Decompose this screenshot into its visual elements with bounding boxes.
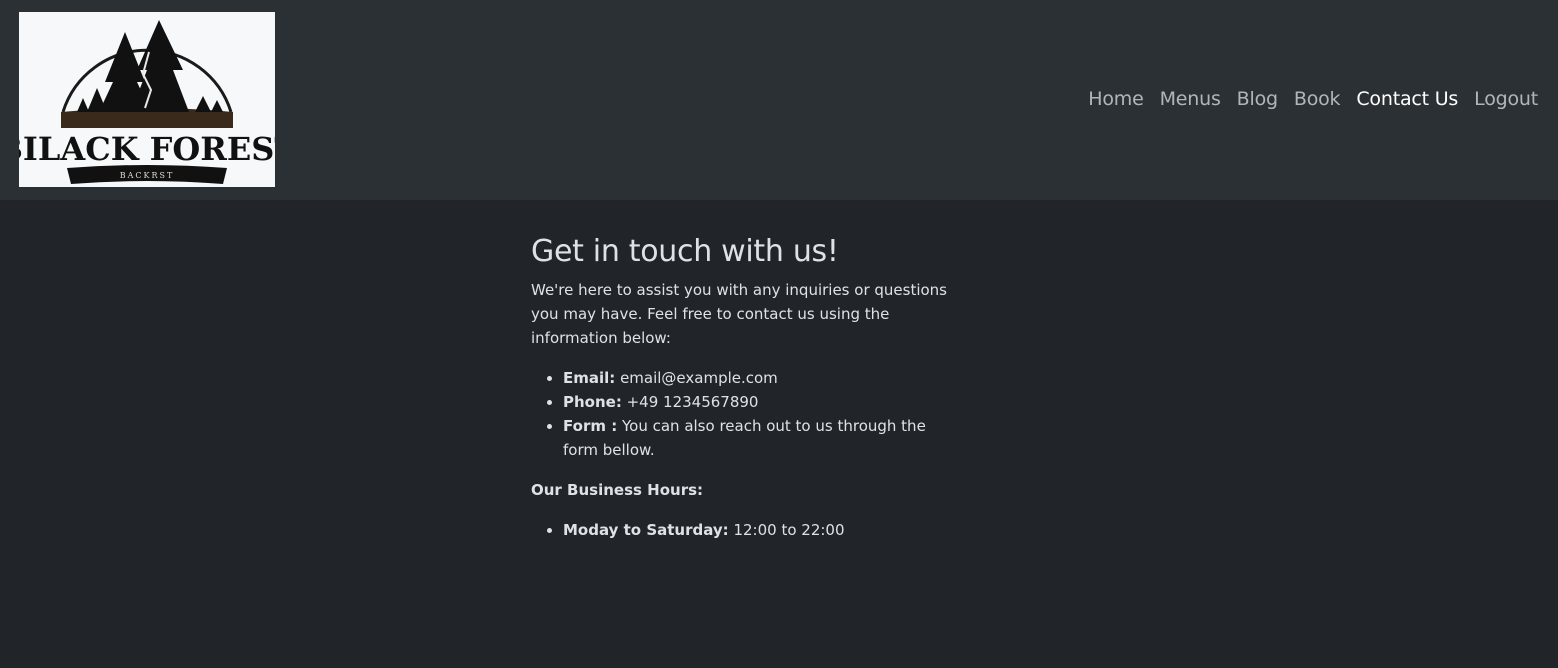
nav-item-book: Book — [1286, 88, 1349, 110]
contact-item-phone: Phone: +49 1234567890 — [563, 390, 961, 414]
contact-value-form: You can also reach out to us through the… — [563, 417, 926, 459]
contact-list: Email: email@example.com Phone: +49 1234… — [531, 366, 961, 462]
contact-item-form: Form : You can also reach out to us thro… — [563, 414, 961, 462]
nav-link-logout[interactable]: Logout — [1474, 88, 1538, 110]
hours-item: Moday to Saturday: 12:00 to 22:00 — [563, 518, 961, 542]
svg-text:BACKRST: BACKRST — [120, 171, 175, 180]
nav-item-blog: Blog — [1229, 88, 1286, 110]
hours-value: 12:00 to 22:00 — [733, 521, 845, 539]
nav-item-menus: Menus — [1152, 88, 1229, 110]
hours-title-paragraph: Our Business Hours: — [531, 478, 961, 502]
hours-label: Moday to Saturday: — [563, 521, 729, 539]
hours-list: Moday to Saturday: 12:00 to 22:00 — [531, 518, 961, 542]
contact-value-email: email@example.com — [620, 369, 778, 387]
nav-item-logout: Logout — [1466, 88, 1538, 110]
contact-content: Get in touch with us! We're here to assi… — [531, 232, 961, 558]
hours-title: Our Business Hours: — [531, 481, 704, 499]
nav-item-home: Home — [1080, 88, 1151, 110]
main-nav: Home Menus Blog Book Contact Us Logout — [1080, 88, 1538, 110]
brand-logo[interactable]: BILACK FOREST BACKRST — [19, 12, 275, 187]
nav-link-contact-us[interactable]: Contact Us — [1356, 88, 1458, 110]
contact-label: Form : — [563, 417, 618, 435]
navbar: BILACK FOREST BACKRST Home Menus Blog Bo… — [0, 0, 1558, 200]
contact-value-phone: +49 1234567890 — [626, 393, 759, 411]
nav-link-book[interactable]: Book — [1294, 88, 1341, 110]
nav-link-blog[interactable]: Blog — [1237, 88, 1278, 110]
contact-item-email: Email: email@example.com — [563, 366, 961, 390]
page-title: Get in touch with us! — [531, 234, 839, 269]
intro-text: We're here to assist you with any inquir… — [531, 281, 948, 347]
nav-link-home[interactable]: Home — [1088, 88, 1144, 110]
nav-link-menus[interactable]: Menus — [1160, 88, 1221, 110]
svg-text:BILACK FOREST: BILACK FOREST — [19, 130, 275, 168]
forest-logo-icon: BILACK FOREST BACKRST — [19, 20, 275, 184]
contact-label: Email: — [563, 369, 616, 387]
contact-label: Phone: — [563, 393, 622, 411]
nav-item-contact: Contact Us — [1348, 88, 1466, 110]
